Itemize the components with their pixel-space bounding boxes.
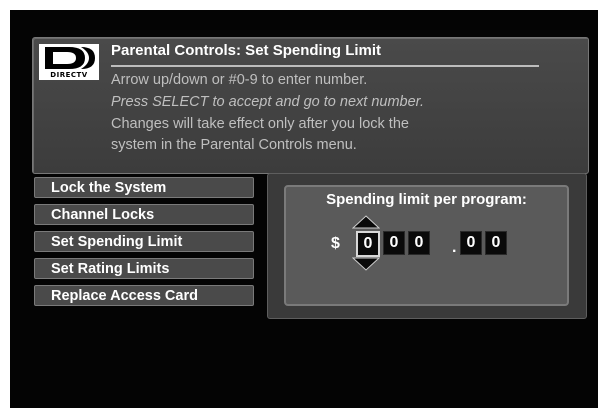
decimal-point: . — [452, 239, 457, 256]
digit-field[interactable]: 0 — [485, 231, 507, 255]
spending-limit-panel: Spending limit per program: $ 0 0 0 . 0 … — [267, 173, 587, 319]
menu-item-lock-system[interactable]: Lock the System — [34, 177, 254, 198]
page-title: Parental Controls: Set Spending Limit — [111, 42, 382, 59]
digit-field[interactable]: 0 — [460, 231, 482, 255]
currency-symbol: $ — [331, 235, 340, 252]
menu-item-set-rating-limits[interactable]: Set Rating Limits — [34, 258, 254, 279]
instruction-line: Press SELECT to accept and go to next nu… — [111, 94, 424, 110]
title-divider — [111, 65, 539, 67]
spending-limit-label: Spending limit per program: — [326, 191, 527, 208]
tv-screen: DIRECTV Parental Controls: Set Spending … — [10, 10, 598, 408]
arrow-up-icon[interactable] — [352, 215, 380, 229]
menu-item-set-spending-limit[interactable]: Set Spending Limit — [34, 231, 254, 252]
menu-item-channel-locks[interactable]: Channel Locks — [34, 204, 254, 225]
instruction-line: Changes will take effect only after you … — [111, 116, 409, 132]
logo-text: DIRECTV — [50, 71, 88, 79]
digit-field[interactable]: 0 — [408, 231, 430, 255]
digit-field[interactable]: 0 — [383, 231, 405, 255]
instruction-line: Arrow up/down or #0-9 to enter number. — [111, 72, 368, 88]
instruction-line: system in the Parental Controls menu. — [111, 137, 357, 153]
header-panel: DIRECTV Parental Controls: Set Spending … — [32, 37, 589, 174]
directv-logo-icon: DIRECTV — [39, 44, 99, 80]
menu-item-replace-access-card[interactable]: Replace Access Card — [34, 285, 254, 306]
arrow-down-icon[interactable] — [352, 257, 380, 271]
spending-limit-box: Spending limit per program: $ 0 0 0 . 0 … — [284, 185, 569, 306]
digit-field[interactable]: 0 — [356, 231, 380, 257]
